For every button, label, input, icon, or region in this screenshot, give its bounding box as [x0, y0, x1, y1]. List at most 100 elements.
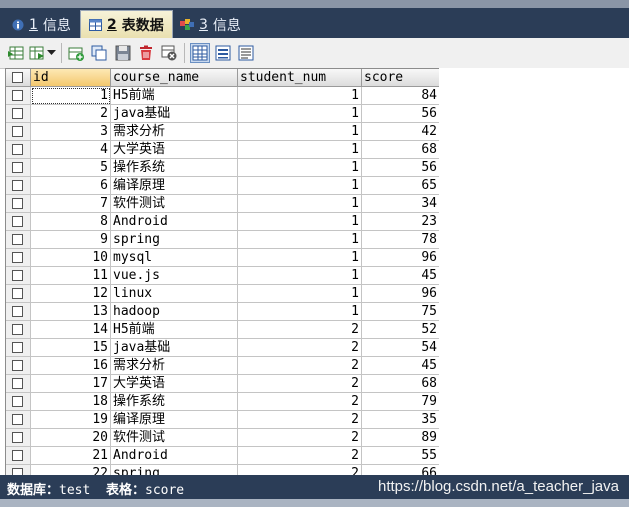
cell-student-num[interactable]: 2 — [238, 321, 362, 339]
cell-student-num[interactable]: 1 — [238, 105, 362, 123]
cell-course-name[interactable]: 需求分析 — [111, 357, 238, 375]
row-checkbox[interactable] — [12, 108, 23, 119]
row-select-cell[interactable] — [6, 249, 31, 267]
cell-student-num[interactable]: 1 — [238, 159, 362, 177]
cell-student-num[interactable]: 1 — [238, 177, 362, 195]
row-select-cell[interactable] — [6, 393, 31, 411]
row-select-cell[interactable] — [6, 105, 31, 123]
row-select-cell[interactable] — [6, 267, 31, 285]
row-checkbox[interactable] — [12, 144, 23, 155]
table-row[interactable]: 10 mysql 1 96 — [6, 249, 440, 267]
row-checkbox[interactable] — [12, 306, 23, 317]
cell-score[interactable]: 35 — [362, 411, 440, 429]
tab-info-3[interactable]: 3 信息 — [172, 11, 249, 38]
cell-score[interactable]: 54 — [362, 339, 440, 357]
cell-course-name[interactable]: java基础 — [111, 339, 238, 357]
table-row[interactable]: 4 大学英语 1 68 — [6, 141, 440, 159]
table-row[interactable]: 12 linux 1 96 — [6, 285, 440, 303]
cell-course-name[interactable]: linux — [111, 285, 238, 303]
column-header-course-name[interactable]: course_name — [111, 69, 238, 87]
cell-course-name[interactable]: 大学英语 — [111, 375, 238, 393]
row-select-cell[interactable] — [6, 321, 31, 339]
cell-course-name[interactable]: 操作系统 — [111, 393, 238, 411]
select-all-checkbox[interactable] — [12, 72, 23, 83]
delete-button[interactable] — [137, 44, 155, 62]
cell-course-name[interactable]: 操作系统 — [111, 159, 238, 177]
table-row[interactable]: 20 软件测试 2 89 — [6, 429, 440, 447]
row-select-cell[interactable] — [6, 411, 31, 429]
import-button[interactable] — [28, 44, 46, 62]
cell-course-name[interactable]: Android — [111, 213, 238, 231]
row-select-cell[interactable] — [6, 87, 31, 105]
cell-course-name[interactable]: 软件测试 — [111, 195, 238, 213]
cell-student-num[interactable]: 1 — [238, 213, 362, 231]
cell-course-name[interactable]: 需求分析 — [111, 123, 238, 141]
row-checkbox[interactable] — [12, 216, 23, 227]
add-row-button[interactable] — [67, 44, 85, 62]
cell-score[interactable]: 56 — [362, 159, 440, 177]
table-row[interactable]: 7 软件测试 1 34 — [6, 195, 440, 213]
cell-course-name[interactable]: 编译原理 — [111, 177, 238, 195]
row-select-cell[interactable] — [6, 159, 31, 177]
row-select-cell[interactable] — [6, 123, 31, 141]
row-select-cell[interactable] — [6, 357, 31, 375]
row-select-cell[interactable] — [6, 303, 31, 321]
select-all-cell[interactable] — [6, 69, 31, 87]
row-select-cell[interactable] — [6, 195, 31, 213]
cell-course-name[interactable]: mysql — [111, 249, 238, 267]
table-row[interactable]: 15 java基础 2 54 — [6, 339, 440, 357]
cell-score[interactable]: 68 — [362, 141, 440, 159]
cell-id[interactable]: 14 — [31, 321, 111, 339]
column-header-score[interactable]: score — [362, 69, 440, 87]
row-checkbox[interactable] — [12, 234, 23, 245]
cell-course-name[interactable]: Android — [111, 447, 238, 465]
cell-course-name[interactable]: H5前端 — [111, 87, 238, 105]
table-row[interactable]: 18 操作系统 2 79 — [6, 393, 440, 411]
cell-score[interactable]: 89 — [362, 429, 440, 447]
cell-student-num[interactable]: 1 — [238, 267, 362, 285]
table-row[interactable]: 2 java基础 1 56 — [6, 105, 440, 123]
cell-score[interactable]: 79 — [362, 393, 440, 411]
table-row[interactable]: 21 Android 2 55 — [6, 447, 440, 465]
cell-score[interactable]: 56 — [362, 105, 440, 123]
cell-id[interactable]: 3 — [31, 123, 111, 141]
cell-id[interactable]: 15 — [31, 339, 111, 357]
cell-student-num[interactable]: 2 — [238, 339, 362, 357]
text-view-button[interactable] — [237, 44, 255, 62]
row-select-cell[interactable] — [6, 447, 31, 465]
cell-id[interactable]: 16 — [31, 357, 111, 375]
cell-id[interactable]: 5 — [31, 159, 111, 177]
cell-score[interactable]: 42 — [362, 123, 440, 141]
row-checkbox[interactable] — [12, 450, 23, 461]
row-checkbox[interactable] — [12, 432, 23, 443]
cell-student-num[interactable]: 2 — [238, 357, 362, 375]
cell-score[interactable]: 84 — [362, 87, 440, 105]
table-row[interactable]: 1 H5前端 1 84 — [6, 87, 440, 105]
row-checkbox[interactable] — [12, 270, 23, 281]
row-checkbox[interactable] — [12, 324, 23, 335]
row-select-cell[interactable] — [6, 213, 31, 231]
cell-id[interactable]: 6 — [31, 177, 111, 195]
row-select-cell[interactable] — [6, 285, 31, 303]
cell-student-num[interactable]: 1 — [238, 303, 362, 321]
tab-info-1[interactable]: 1 信息 — [4, 11, 79, 38]
cell-student-num[interactable]: 2 — [238, 429, 362, 447]
cell-student-num[interactable]: 2 — [238, 375, 362, 393]
row-checkbox[interactable] — [12, 180, 23, 191]
row-checkbox[interactable] — [12, 414, 23, 425]
row-select-cell[interactable] — [6, 231, 31, 249]
table-row[interactable]: 16 需求分析 2 45 — [6, 357, 440, 375]
cell-score[interactable]: 75 — [362, 303, 440, 321]
row-checkbox[interactable] — [12, 162, 23, 173]
cell-score[interactable]: 55 — [362, 447, 440, 465]
row-select-cell[interactable] — [6, 141, 31, 159]
duplicate-row-button[interactable] — [90, 44, 108, 62]
table-row[interactable]: 19 编译原理 2 35 — [6, 411, 440, 429]
cell-course-name[interactable]: spring — [111, 231, 238, 249]
cell-student-num[interactable]: 2 — [238, 447, 362, 465]
table-row[interactable]: 5 操作系统 1 56 — [6, 159, 440, 177]
row-checkbox[interactable] — [12, 288, 23, 299]
cell-student-num[interactable]: 2 — [238, 411, 362, 429]
cell-id[interactable]: 17 — [31, 375, 111, 393]
row-checkbox[interactable] — [12, 126, 23, 137]
